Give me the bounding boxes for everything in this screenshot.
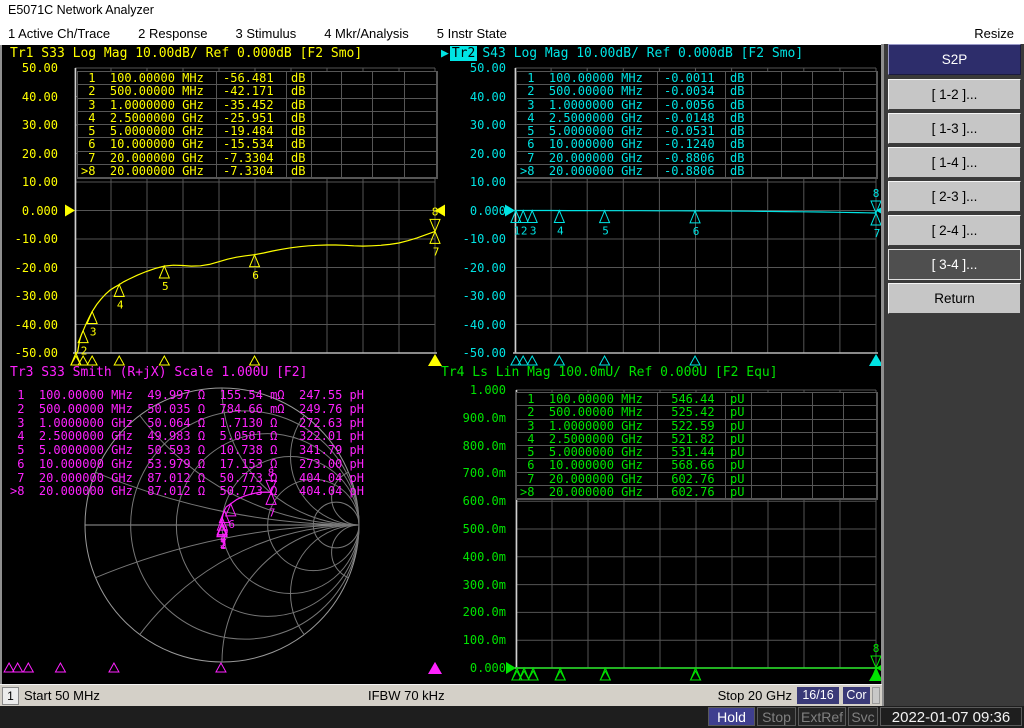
svg-text:2: 2 [81, 345, 88, 358]
hold-indicator: Hold [708, 707, 755, 726]
channel-number-badge: 1 [2, 687, 19, 705]
stop-frequency-label: Stop 20 GHz [717, 688, 792, 703]
svg-text:8: 8 [873, 187, 880, 200]
svg-text:6: 6 [252, 269, 259, 282]
instrument-status-bar: Hold Stop ExtRef Svc 2022-01-07 09:36 [0, 706, 1024, 728]
tr2-name-badge: Tr2 [449, 46, 478, 61]
menu-stimulus[interactable]: 3 Stimulus [236, 26, 297, 41]
tr2-marker-table: 1 100.00000 MHz -0.0011 dB 2 500.00000 MHz… [516, 71, 878, 180]
softkey-menu: S2P [ 1-2 ]... [ 1-3 ]... [ 1-4 ]... [ 2… [881, 44, 1024, 706]
softkey-3-4[interactable]: [ 3-4 ]... [888, 249, 1021, 280]
softkey-1-3[interactable]: [ 1-3 ]... [888, 113, 1021, 144]
menu-mkr-analysis[interactable]: 4 Mkr/Analysis [324, 26, 409, 41]
svg-text:7: 7 [874, 227, 881, 240]
svg-text:1: 1 [514, 225, 521, 238]
stop-indicator: Stop [757, 707, 796, 726]
svg-text:3: 3 [530, 225, 537, 238]
tr3-title[interactable]: Tr3 S33 Smith (R+jX) Scale 1.000U [F2] [10, 365, 307, 380]
resize-button[interactable]: Resize [974, 26, 1014, 41]
tr4-title[interactable]: Tr4 Ls Lin Mag 100.0mU/ Ref 0.000U [F2 E… [441, 365, 778, 380]
menu-bar: 1 Active Ch/Trace 2 Response 3 Stimulus … [0, 21, 1024, 45]
menu-response[interactable]: 2 Response [138, 26, 207, 41]
svg-text:2: 2 [521, 225, 528, 238]
svg-text:7: 7 [433, 245, 440, 258]
start-frequency-label: Start 50 MHz [24, 688, 100, 703]
tr2-title[interactable]: ▶ Tr2 S43 Log Mag 10.00dB/ Ref 0.000dB [… [441, 46, 803, 61]
menu-instr-state[interactable]: 5 Instr State [437, 26, 507, 41]
svg-text:7: 7 [269, 506, 276, 519]
svg-text:8: 8 [432, 205, 439, 218]
svc-indicator: Svc [848, 707, 878, 726]
softkey-menu-title: S2P [888, 44, 1021, 75]
svg-text:5: 5 [602, 225, 609, 238]
svg-text:4: 4 [117, 298, 124, 311]
softkey-1-4[interactable]: [ 1-4 ]... [888, 147, 1021, 178]
correction-badge: Cor [843, 687, 870, 704]
tr2-title-text: S43 Log Mag 10.00dB/ Ref 0.000dB [F2 Smo… [482, 46, 804, 61]
tr1-marker-table: 1 100.00000 MHz -56.481 dB 2 500.00000 MHz… [77, 71, 438, 180]
extref-indicator: ExtRef [798, 707, 846, 726]
svg-text:6: 6 [228, 518, 235, 531]
status-bar: 1 Start 50 MHz IFBW 70 kHz Stop 20 GHz 1… [0, 684, 882, 706]
softkey-1-2[interactable]: [ 1-2 ]... [888, 79, 1021, 110]
ifbw-label: IFBW 70 kHz [368, 688, 445, 703]
softkey-2-4[interactable]: [ 2-4 ]... [888, 215, 1021, 246]
svg-text:4: 4 [557, 225, 564, 238]
svg-text:5: 5 [162, 280, 169, 293]
tr1-title[interactable]: Tr1 S33 Log Mag 10.00dB/ Ref 0.000dB [F2… [10, 46, 362, 61]
analyzer-screen: E5071C Network Analyzer 1 Active Ch/Trac… [0, 0, 1024, 728]
svg-text:8: 8 [873, 642, 880, 655]
svg-text:3: 3 [90, 326, 97, 339]
status-spare-box [872, 687, 880, 704]
datetime-display: 2022-01-07 09:36 [880, 707, 1022, 726]
window-title: E5071C Network Analyzer [0, 0, 1024, 21]
tr3-marker-table: 1 100.00000 MHz 49.997 Ω 155.54 mΩ 247.5… [10, 388, 365, 499]
svg-text:6: 6 [693, 225, 700, 238]
menu-active-ch-trace[interactable]: 1 Active Ch/Trace [8, 26, 110, 41]
softkey-return[interactable]: Return [888, 283, 1021, 314]
tr4-marker-table: 1 100.00000 MHz 546.44 pU 2 500.00000 MHz… [516, 392, 878, 501]
points-badge: 16/16 [797, 687, 839, 704]
active-trace-pointer-icon: ▶ [441, 46, 449, 61]
softkey-2-3[interactable]: [ 2-3 ]... [888, 181, 1021, 212]
